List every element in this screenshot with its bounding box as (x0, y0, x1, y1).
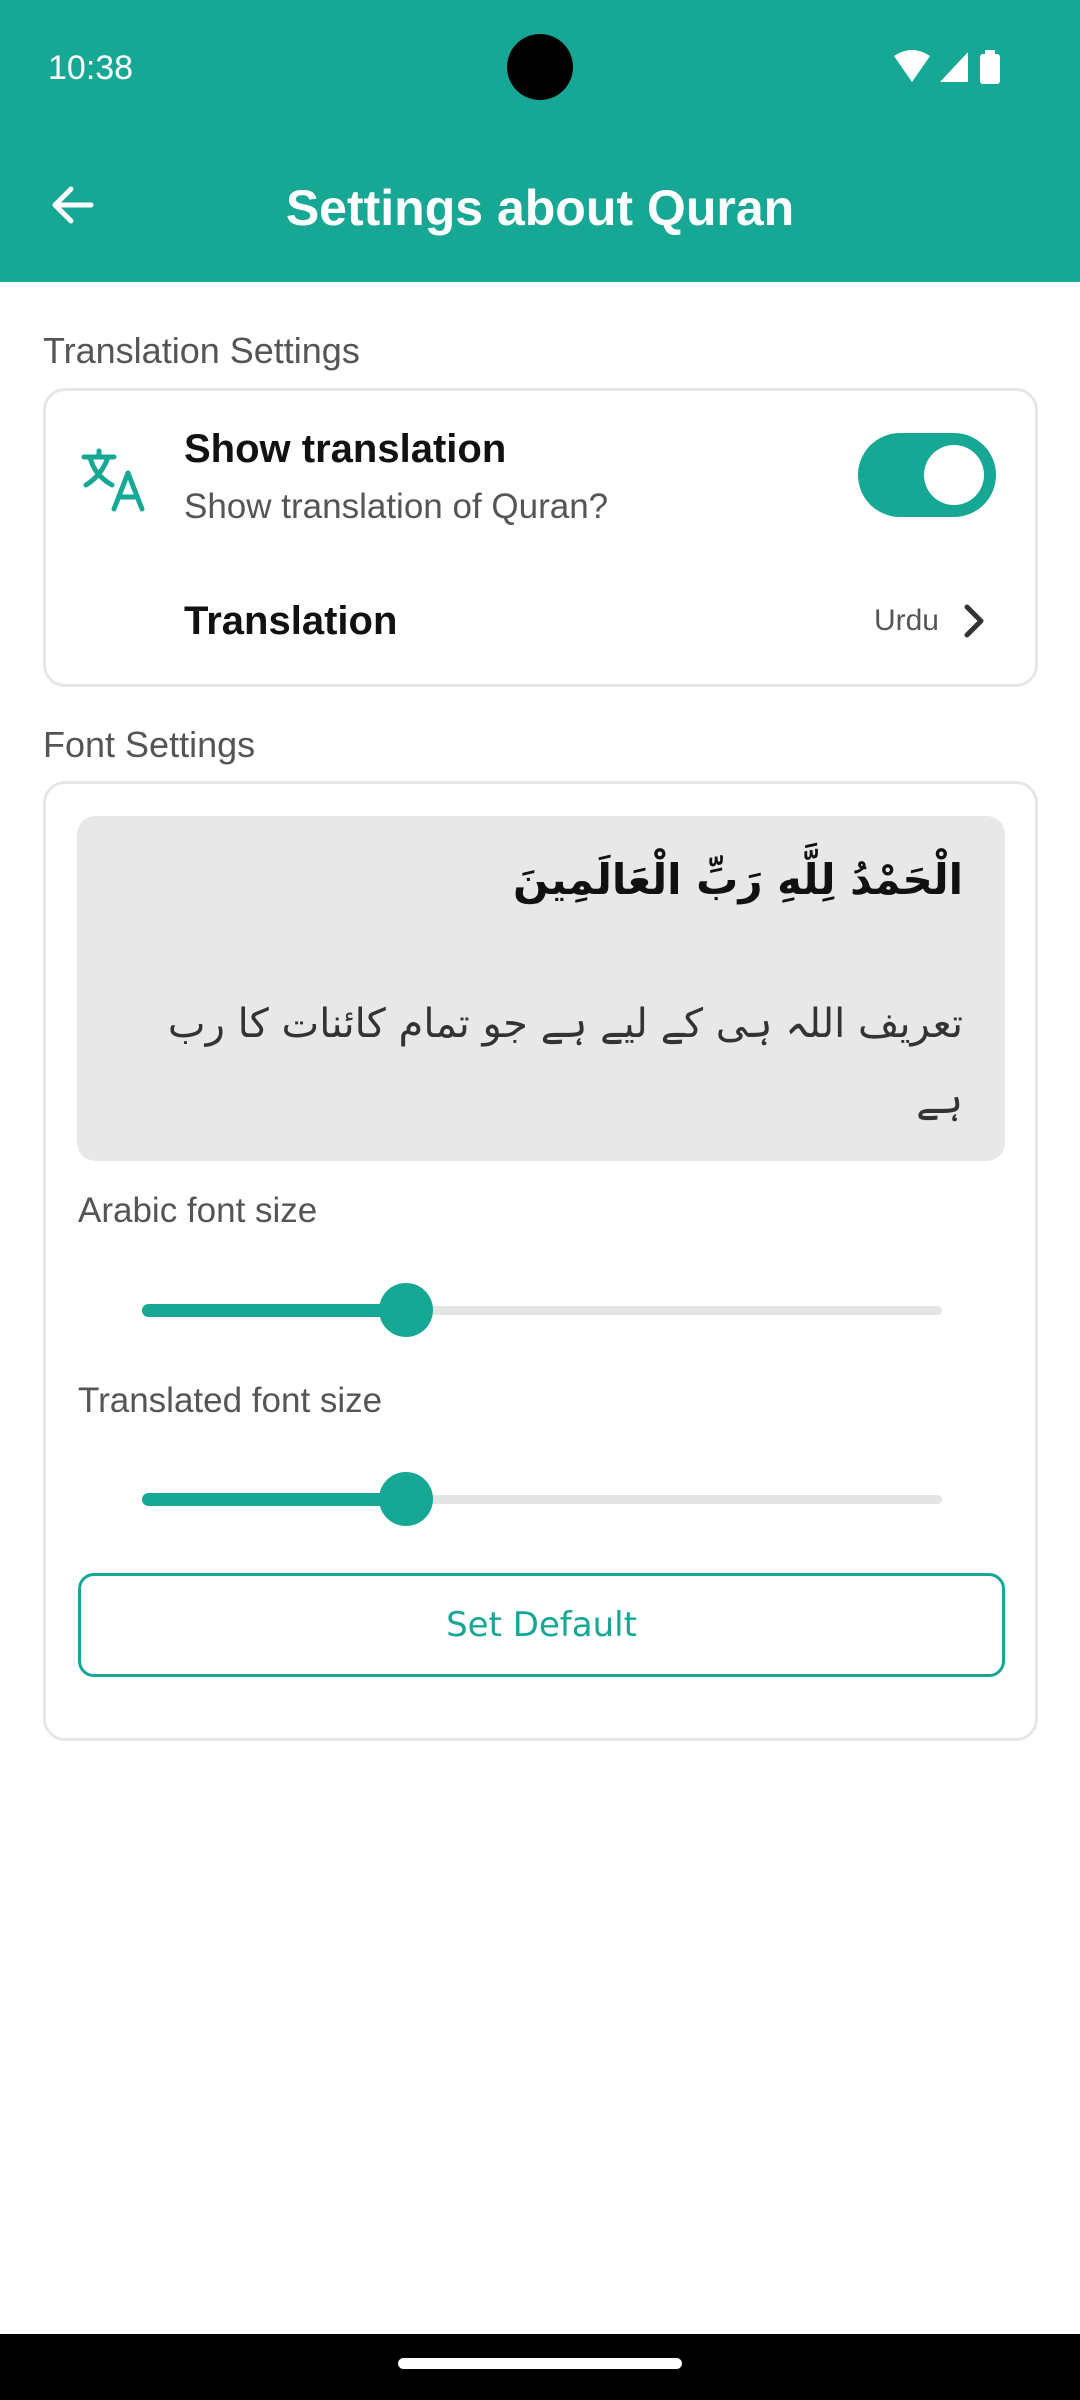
show-translation-toggle[interactable] (858, 433, 996, 517)
arabic-preview-text: الْحَمْدُ لِلَّهِ رَبِّ الْعَالَمِينَ (512, 855, 963, 904)
chevron-right-icon (964, 604, 984, 638)
translated-font-size-label: Translated font size (78, 1381, 383, 1420)
app-bar: 10:38 Settings about Quran (0, 0, 1080, 282)
status-icons (890, 48, 1010, 88)
show-translation-subtitle: Show translation of Quran? (184, 487, 609, 526)
translation-settings-card: Show translation Show translation of Qur… (43, 388, 1038, 687)
slider-thumb[interactable] (379, 1472, 433, 1526)
translate-icon (81, 448, 145, 512)
font-settings-card: الْحَمْدُ لِلَّهِ رَبِّ الْعَالَمِينَ تع… (43, 781, 1038, 1741)
translated-font-size-slider[interactable] (142, 1469, 942, 1529)
set-default-button[interactable]: Set Default (78, 1573, 1005, 1677)
translation-value: Urdu (873, 604, 939, 637)
arabic-font-size-slider[interactable] (142, 1280, 942, 1340)
slider-fill (142, 1304, 406, 1317)
translation-title: Translation (184, 599, 398, 643)
wifi-icon (894, 50, 930, 82)
translation-settings-label: Translation Settings (43, 330, 360, 371)
toggle-knob (924, 445, 984, 505)
translated-preview-text: تعریف اللہ ہی کے لیے ہے جو تمام کائنات ک… (167, 1001, 963, 1123)
slider-thumb[interactable] (379, 1283, 433, 1337)
system-nav-bar (0, 2334, 1080, 2400)
slider-fill (142, 1493, 406, 1506)
signal-icon (940, 52, 968, 82)
show-translation-title: Show translation (184, 427, 507, 471)
camera-cutout (507, 34, 573, 100)
battery-icon (980, 50, 1000, 84)
arabic-font-size-label: Arabic font size (78, 1191, 318, 1230)
page-title: Settings about Quran (285, 180, 795, 236)
home-handle[interactable] (398, 2358, 682, 2369)
font-settings-label: Font Settings (43, 724, 256, 765)
status-time: 10:38 (48, 49, 134, 87)
font-preview-box: الْحَمْدُ لِلَّهِ رَبِّ الْعَالَمِينَ تع… (77, 816, 1005, 1161)
